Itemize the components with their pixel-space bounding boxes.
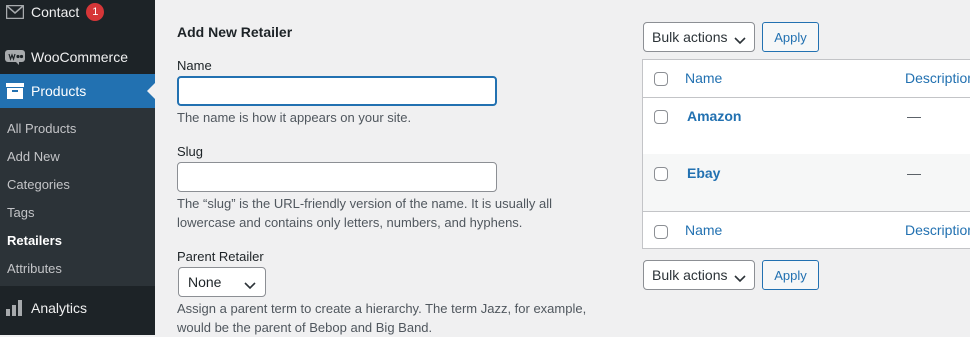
bulk-actions-select-top[interactable]: Bulk actions: [643, 22, 755, 52]
row-checkbox[interactable]: [654, 110, 668, 124]
apply-button-bottom[interactable]: Apply: [762, 260, 819, 290]
notification-badge: 1: [86, 3, 105, 21]
woocommerce-bubble-icon: [4, 49, 26, 65]
parent-label: Parent Retailer: [177, 249, 264, 264]
current-menu-arrow: [147, 83, 155, 99]
column-footer-name[interactable]: Name: [685, 222, 722, 238]
submenu-categories[interactable]: Categories: [7, 177, 70, 192]
menu-products-label: Products: [31, 83, 87, 99]
menu-products[interactable]: Products: [0, 74, 155, 108]
chevron-down-icon: [734, 270, 746, 286]
parent-select-value: None: [188, 274, 222, 290]
chevron-down-icon: [734, 32, 746, 48]
apply-button-top[interactable]: Apply: [762, 22, 819, 52]
table-row: Ebay —: [643, 154, 970, 212]
menu-analytics-label: Analytics: [31, 300, 88, 316]
parent-select[interactable]: None: [178, 267, 266, 297]
products-submenu: All Products Add New Categories Tags Ret…: [0, 108, 155, 286]
slug-description-line2: lowercase and contains only letters, num…: [177, 215, 523, 230]
slug-label: Slug: [177, 144, 204, 159]
slug-description-line1: The “slug” is the URL-friendly version o…: [177, 196, 552, 211]
table-footer-row: Name Description: [643, 212, 970, 248]
envelope-icon: [4, 5, 26, 19]
table-row: Amazon —: [643, 98, 970, 154]
column-footer-description[interactable]: Description: [905, 222, 970, 238]
menu-contact-label: Contact: [31, 4, 80, 20]
menu-analytics[interactable]: Analytics: [0, 291, 155, 325]
chevron-down-icon: [244, 277, 256, 293]
parent-description-line1: Assign a parent term to create a hierarc…: [177, 301, 587, 316]
slug-input[interactable]: [177, 162, 497, 192]
menu-woocommerce[interactable]: WooCommerce: [0, 40, 155, 74]
table-header-row: Name Description: [643, 60, 970, 98]
admin-sidebar: Contact 1 WooCommerce Products All Produ…: [0, 0, 155, 335]
row-description: —: [907, 108, 921, 124]
submenu-retailers[interactable]: Retailers: [7, 233, 62, 248]
terms-table: Name Description Amazon — Ebay — Name De…: [642, 59, 970, 249]
select-all-checkbox[interactable]: [654, 72, 668, 86]
select-all-checkbox-footer[interactable]: [654, 225, 668, 239]
bar-chart-icon: [4, 300, 26, 316]
submenu-tags[interactable]: Tags: [7, 205, 34, 220]
menu-woocommerce-label: WooCommerce: [31, 49, 128, 65]
row-description: —: [907, 165, 921, 181]
name-label: Name: [177, 58, 212, 73]
submenu-all-products[interactable]: All Products: [7, 121, 76, 136]
row-name-link[interactable]: Ebay: [687, 165, 720, 181]
row-name-link[interactable]: Amazon: [687, 108, 741, 124]
column-header-description[interactable]: Description: [905, 70, 970, 86]
menu-contact[interactable]: Contact 1: [0, 0, 155, 29]
name-input[interactable]: [177, 76, 497, 106]
name-description: The name is how it appears on your site.: [177, 110, 412, 125]
archive-box-icon: [4, 83, 26, 99]
form-title: Add New Retailer: [177, 24, 293, 40]
row-checkbox[interactable]: [654, 167, 668, 181]
bulk-actions-select-bottom[interactable]: Bulk actions: [643, 260, 755, 290]
submenu-attributes[interactable]: Attributes: [7, 261, 62, 276]
submenu-add-new[interactable]: Add New: [7, 149, 60, 164]
bulk-actions-label-bottom: Bulk actions: [652, 267, 728, 283]
parent-description-line2: would be the parent of Bebop and Big Ban…: [177, 320, 433, 335]
column-header-name[interactable]: Name: [685, 70, 722, 86]
bulk-actions-label-top: Bulk actions: [652, 29, 728, 45]
